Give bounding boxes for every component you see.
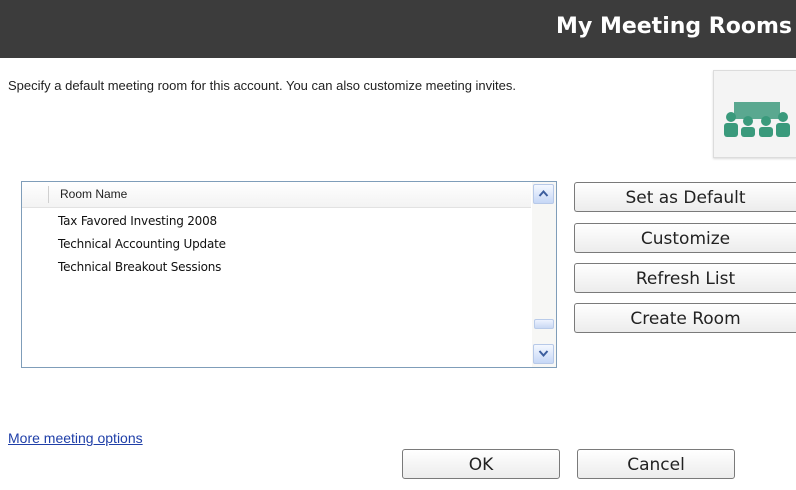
cancel-button[interactable]: Cancel (577, 449, 735, 479)
chevron-up-icon (538, 189, 549, 197)
scroll-thumb[interactable] (534, 319, 554, 329)
dialog-header: My Meeting Rooms (0, 0, 796, 58)
chevron-down-icon (538, 350, 549, 358)
customize-button[interactable]: Customize (574, 223, 796, 253)
scroll-down-button[interactable] (533, 344, 554, 364)
description-text: Specify a default meeting room for this … (8, 78, 516, 93)
meeting-room-people-icon (724, 102, 790, 137)
room-row[interactable]: Tax Favored Investing 2008 (58, 213, 226, 236)
set-as-default-button[interactable]: Set as Default (574, 182, 796, 212)
list-scrollbar[interactable] (532, 182, 556, 367)
column-separator (48, 186, 49, 203)
more-meeting-options-link[interactable]: More meeting options (8, 430, 143, 446)
refresh-list-button[interactable]: Refresh List (574, 263, 796, 293)
ok-button[interactable]: OK (402, 449, 560, 479)
room-rows: Tax Favored Investing 2008 Technical Acc… (58, 213, 226, 282)
room-row[interactable]: Technical Accounting Update (58, 236, 226, 259)
create-room-button[interactable]: Create Room (574, 303, 796, 333)
meeting-room-icon-tile (713, 70, 796, 158)
room-name-column-header[interactable]: Room Name (22, 182, 531, 208)
scroll-up-button[interactable] (533, 184, 554, 204)
room-row[interactable]: Technical Breakout Sessions (58, 259, 226, 282)
room-name-column-label: Room Name (60, 187, 128, 201)
room-list[interactable]: Room Name Tax Favored Investing 2008 Tec… (21, 181, 557, 368)
dialog-title: My Meeting Rooms (556, 14, 792, 39)
